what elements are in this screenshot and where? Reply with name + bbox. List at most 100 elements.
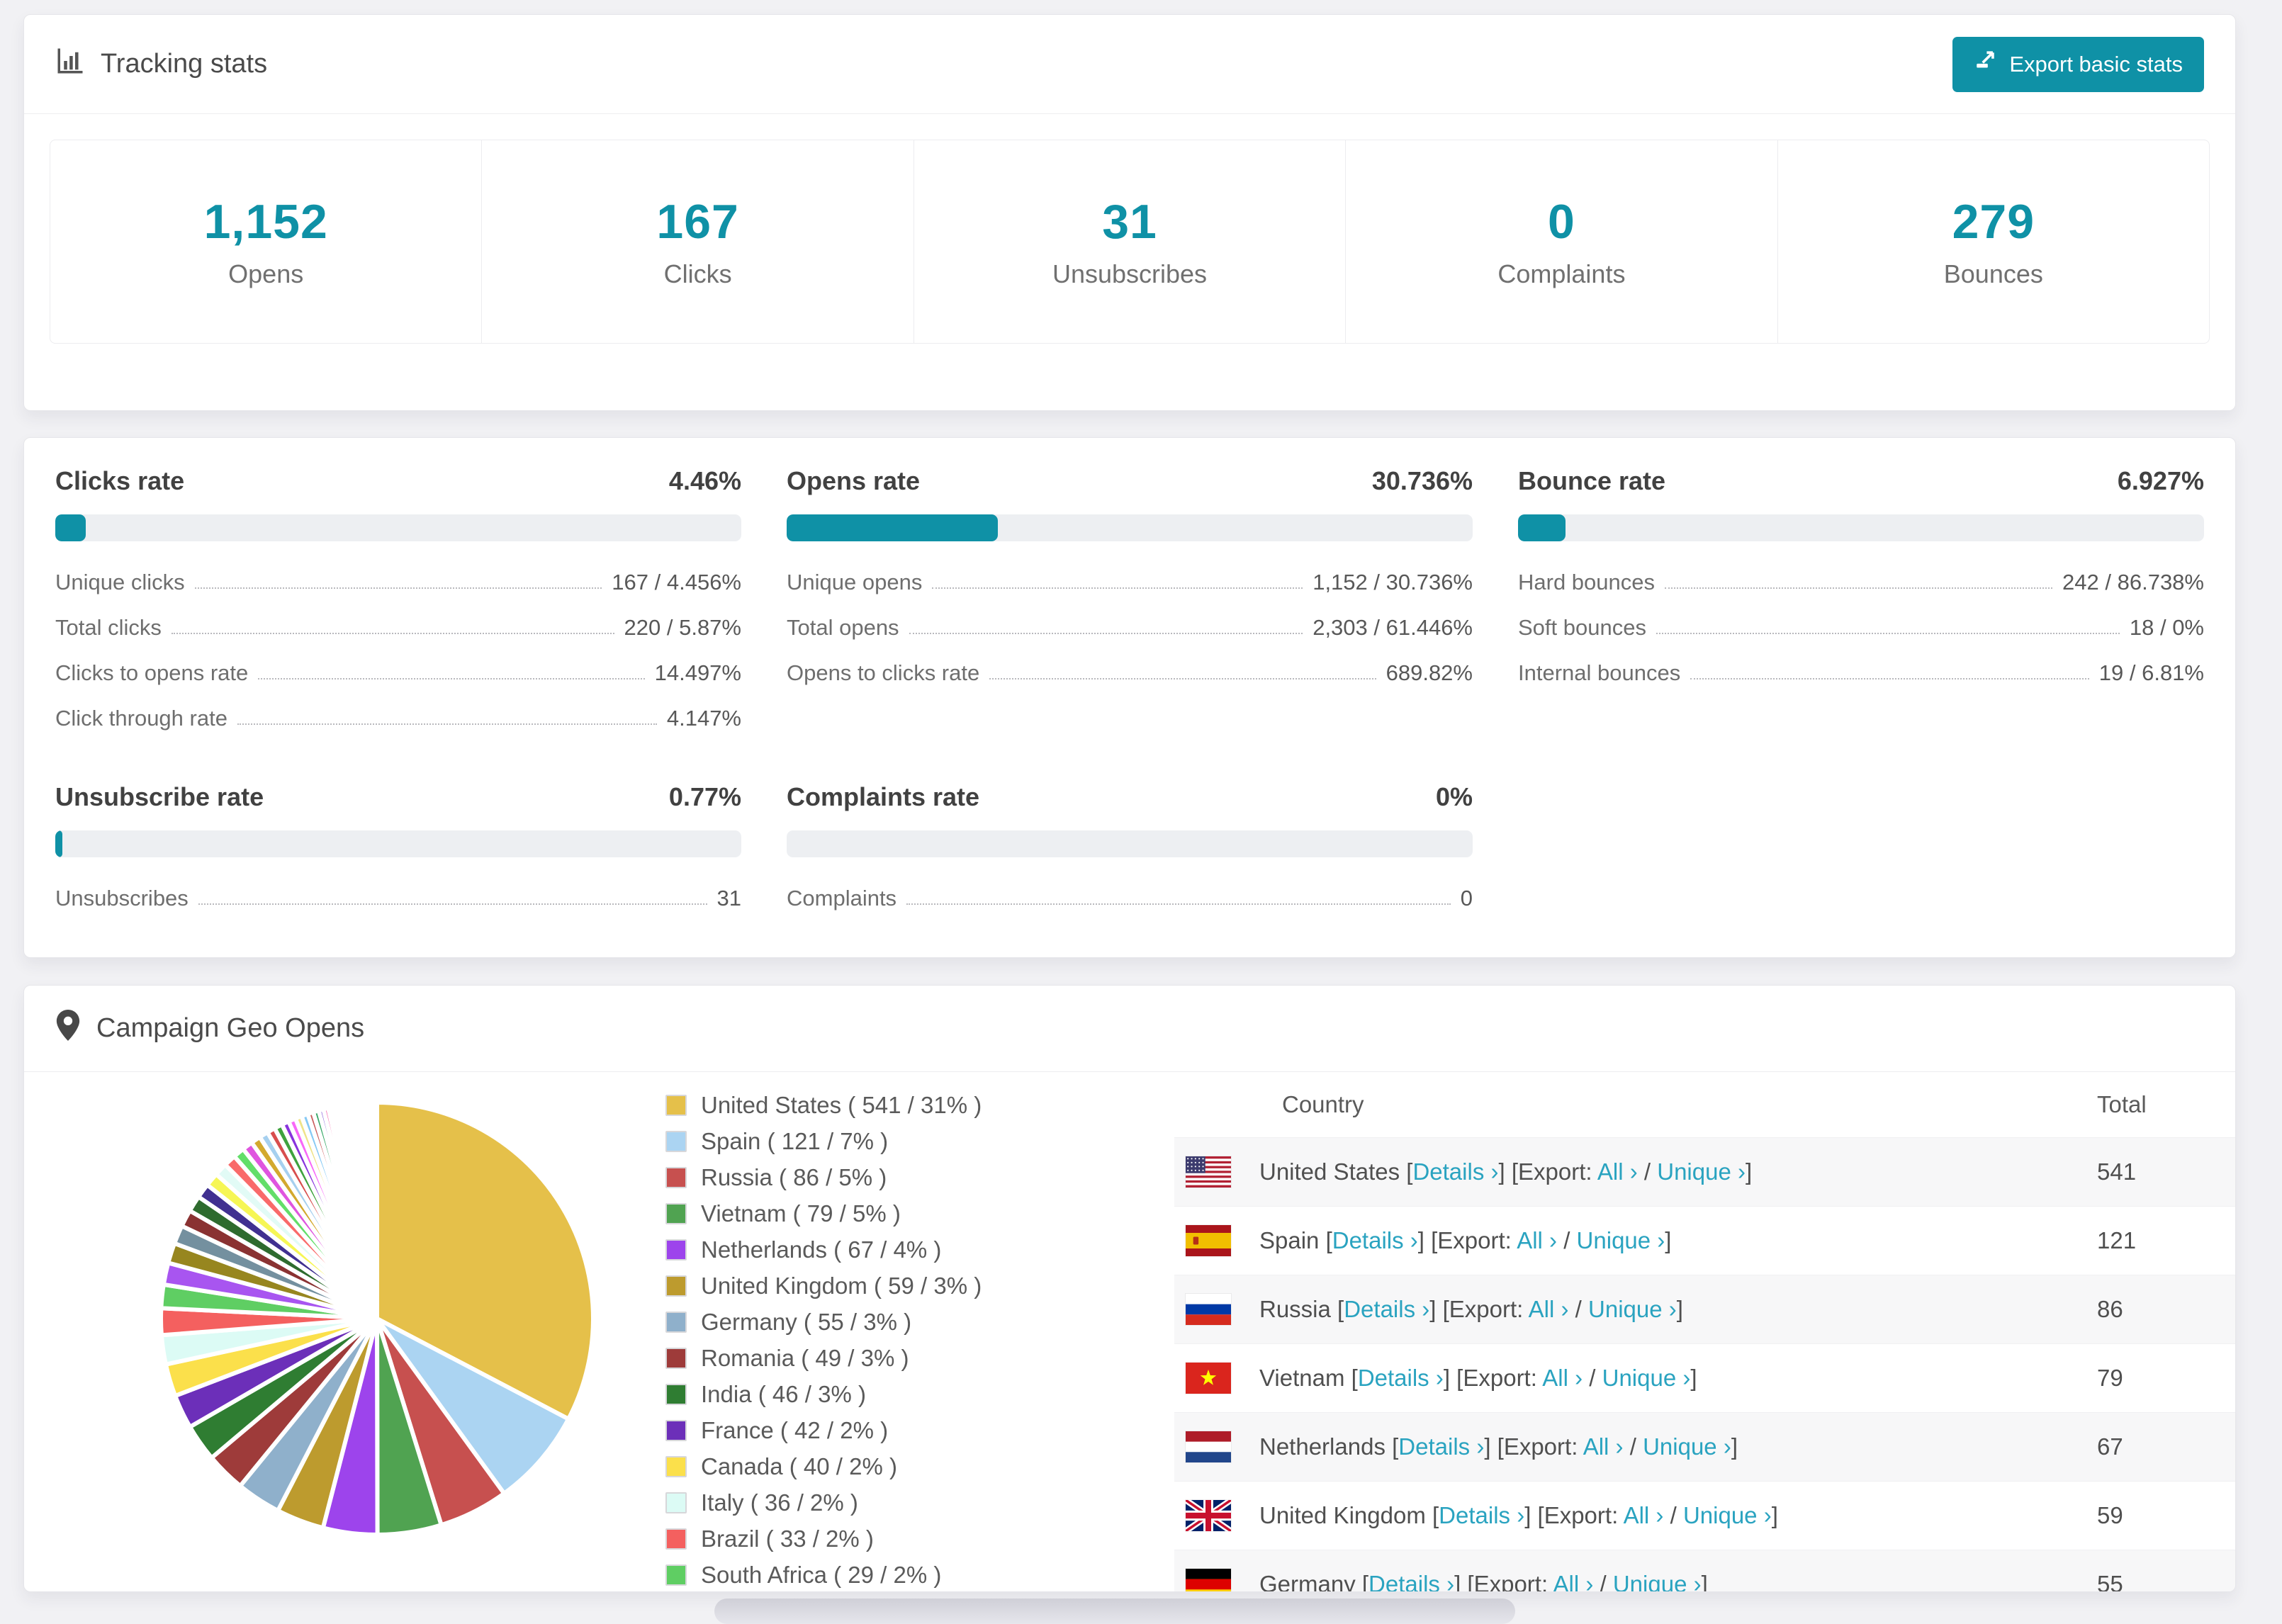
legend-item: Italy ( 36 / 2% ) xyxy=(665,1489,982,1516)
detail-label: Clicks to opens rate xyxy=(55,660,249,685)
stats-summary-row: 1,152 Opens 167 Clicks 31 Unsubscribes 0 Compla… xyxy=(50,140,2210,344)
geo-pie-chart xyxy=(136,1078,618,1560)
legend-label: Italy ( 36 / 2% ) xyxy=(701,1489,858,1516)
country-cell: Netherlands [Details ›] [Export: All › /… xyxy=(1259,1433,1738,1460)
country-name: Netherlands xyxy=(1259,1433,1393,1460)
legend-item: United States ( 541 / 31% ) xyxy=(665,1092,982,1119)
tracking-stats-title: Tracking stats xyxy=(55,46,267,83)
legend-item: South Africa ( 29 / 2% ) xyxy=(665,1562,982,1589)
horizontal-scrollbar[interactable] xyxy=(714,1598,1515,1624)
stat-cell: 279 Bounces xyxy=(1777,140,2209,343)
dotted-leader xyxy=(1665,587,2053,589)
country-flag-ru xyxy=(1186,1294,1231,1325)
rates-grid: Clicks rate 4.46% Unique clicks 167 / 4.456… xyxy=(24,438,2235,940)
country-flag-vn xyxy=(1186,1363,1231,1394)
export-unique-link[interactable]: Unique › xyxy=(1643,1433,1731,1460)
country-name: Vietnam xyxy=(1259,1365,1351,1391)
country-cell: Vietnam [Details ›] [Export: All › / Uni… xyxy=(1259,1365,1697,1391)
dotted-leader xyxy=(909,633,1303,634)
geo-title: Campaign Geo Opens xyxy=(55,1009,364,1048)
rate-head: Complaints rate 0% xyxy=(787,782,1473,812)
details-link[interactable]: Details › xyxy=(1358,1365,1444,1391)
table-row: United States [Details ›] [Export: All ›… xyxy=(1174,1137,2235,1206)
dotted-leader xyxy=(258,678,645,680)
export-all-link[interactable]: All › xyxy=(1624,1502,1664,1528)
export-all-link[interactable]: All › xyxy=(1553,1571,1593,1591)
stat-cell: 167 Clicks xyxy=(481,140,913,343)
export-unique-link[interactable]: Unique › xyxy=(1657,1158,1746,1185)
stat-label: Unsubscribes xyxy=(1052,259,1208,288)
country-cell: United States [Details ›] [Export: All ›… xyxy=(1259,1158,1753,1185)
rate-title: Opens rate xyxy=(787,466,921,495)
stat-cell: 1,152 Opens xyxy=(50,140,481,343)
legend-label: Netherlands ( 67 / 4% ) xyxy=(701,1236,942,1263)
stat-label: Complaints xyxy=(1497,259,1626,288)
dotted-leader xyxy=(237,723,657,725)
legend-item: Canada ( 40 / 2% ) xyxy=(665,1453,982,1480)
stat-cell: 31 Unsubscribes xyxy=(913,140,1345,343)
rate-block: Unsubscribe rate 0.77% Unsubscribes 31 xyxy=(55,782,741,911)
country-cell: United Kingdom [Details ›] [Export: All … xyxy=(1259,1502,1778,1528)
details-link[interactable]: Details › xyxy=(1398,1433,1484,1460)
progress-bar xyxy=(787,830,1473,857)
detail-label: Unsubscribes xyxy=(55,886,189,910)
detail-value: 31 xyxy=(716,886,741,910)
detail-row: Total clicks 220 / 5.87% xyxy=(55,615,741,641)
legend-swatch xyxy=(665,1095,687,1116)
rate-head: Clicks rate 4.46% xyxy=(55,466,741,496)
pie-legend: United States ( 541 / 31% ) Spain ( 121 /… xyxy=(665,1092,982,1591)
details-link[interactable]: Details › xyxy=(1368,1571,1454,1591)
export-unique-link[interactable]: Unique › xyxy=(1588,1296,1677,1322)
export-all-link[interactable]: All › xyxy=(1542,1365,1583,1391)
export-unique-link[interactable]: Unique › xyxy=(1683,1502,1772,1528)
legend-label: Canada ( 40 / 2% ) xyxy=(701,1453,897,1479)
rate-value: 6.927% xyxy=(2117,466,2204,495)
legend-label: India ( 46 / 3% ) xyxy=(701,1381,866,1407)
export-all-link[interactable]: All › xyxy=(1583,1433,1624,1460)
detail-label: Complaints xyxy=(787,886,897,910)
export-unique-link[interactable]: Unique › xyxy=(1613,1571,1702,1591)
rate-rows: Unsubscribes 31 xyxy=(55,886,741,911)
rate-value: 4.46% xyxy=(668,466,741,495)
export-all-link[interactable]: All › xyxy=(1529,1296,1569,1322)
stat-value: 167 xyxy=(656,195,739,249)
pie-slice[interactable] xyxy=(373,1100,379,1319)
legend-swatch xyxy=(665,1456,687,1477)
legend-swatch xyxy=(665,1275,687,1297)
stat-value: 1,152 xyxy=(203,195,328,249)
stat-cell: 0 Complaints xyxy=(1345,140,1777,343)
country-flag-us xyxy=(1186,1156,1231,1188)
details-link[interactable]: Details › xyxy=(1412,1158,1498,1185)
country-flag-es xyxy=(1186,1225,1231,1256)
country-cell: Russia [Details ›] [Export: All › / Uniq… xyxy=(1259,1296,1683,1322)
export-unique-link[interactable]: Unique › xyxy=(1577,1227,1665,1253)
details-link[interactable]: Details › xyxy=(1439,1502,1524,1528)
detail-row: Clicks to opens rate 14.497% xyxy=(55,660,741,686)
export-unique-link[interactable]: Unique › xyxy=(1602,1365,1691,1391)
stat-label: Clicks xyxy=(663,259,732,288)
country-cell: Spain [Details ›] [Export: All › / Uniqu… xyxy=(1259,1227,1672,1253)
progress-fill xyxy=(1518,514,1566,541)
country-name: Germany xyxy=(1259,1571,1362,1592)
rate-block: Clicks rate 4.46% Unique clicks 167 / 4.456… xyxy=(55,466,741,731)
rate-rows: Unique opens 1,152 / 30.736% Total opens 2,… xyxy=(787,570,1473,686)
details-link[interactable]: Details › xyxy=(1332,1227,1418,1253)
detail-value: 242 / 86.738% xyxy=(2062,570,2204,594)
rate-block: Bounce rate 6.927% Hard bounces 242 / 86.73… xyxy=(1518,466,2204,731)
export-basic-stats-button[interactable]: Export basic stats xyxy=(1952,36,2204,92)
total-column-header: Total xyxy=(2097,1091,2147,1117)
progress-bar xyxy=(55,830,741,857)
export-all-link[interactable]: All › xyxy=(1517,1227,1557,1253)
export-all-link[interactable]: All › xyxy=(1597,1158,1638,1185)
detail-label: Total opens xyxy=(787,615,899,640)
rate-title: Bounce rate xyxy=(1518,466,1666,495)
detail-value: 689.82% xyxy=(1386,660,1473,685)
legend-label: Germany ( 55 / 3% ) xyxy=(701,1309,912,1335)
legend-label: United States ( 541 / 31% ) xyxy=(701,1092,982,1118)
details-link[interactable]: Details › xyxy=(1344,1296,1429,1322)
table-row: Vietnam [Details ›] [Export: All › / Uni… xyxy=(1174,1343,2235,1412)
rate-rows: Unique clicks 167 / 4.456% Total clicks 220… xyxy=(55,570,741,731)
country-name: Spain xyxy=(1259,1227,1326,1253)
detail-label: Opens to clicks rate xyxy=(787,660,980,685)
bar-chart-icon xyxy=(55,46,85,83)
